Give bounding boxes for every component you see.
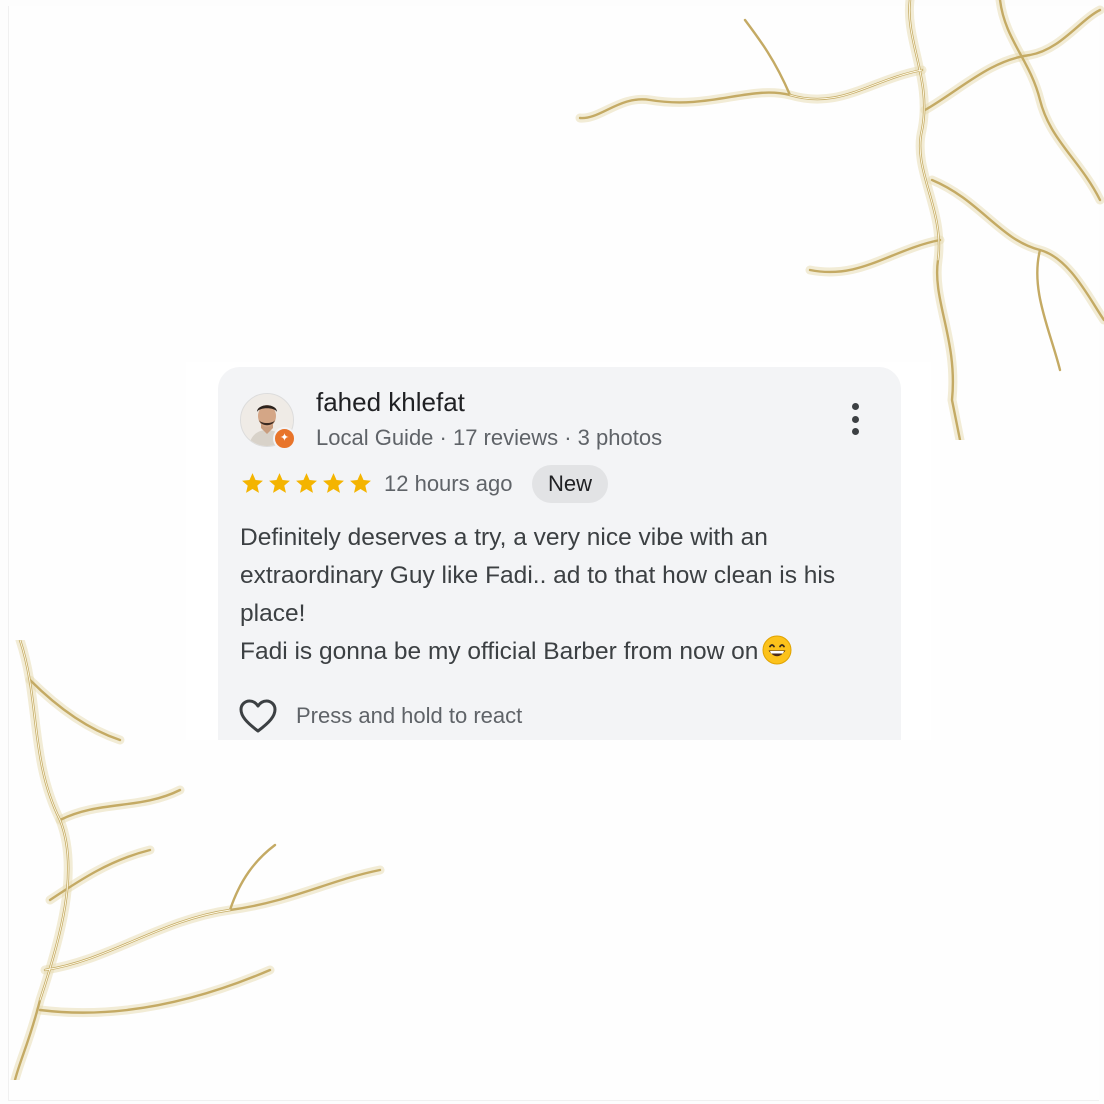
star-rating: [240, 471, 373, 496]
new-badge: New: [532, 465, 609, 503]
star-icon: [323, 473, 344, 493]
star-icon: [242, 473, 263, 493]
star-icon: [269, 473, 290, 493]
react-label: Press and hold to react: [296, 703, 523, 728]
review-paragraph-2-text: Fadi is gonna be my official Barber from…: [240, 638, 759, 665]
star-icon: [296, 473, 317, 493]
author-meta: Local Guide · 17 reviews · 3 photos: [316, 425, 663, 450]
review-paragraph-1: Definitely deserves a try, a very nice v…: [240, 524, 836, 627]
heart-outline-icon: [239, 699, 277, 733]
review-time: 12 hours ago: [384, 471, 513, 496]
local-guide-badge-icon: ✦: [273, 427, 296, 450]
review-text: Definitely deserves a try, a very nice v…: [240, 519, 880, 671]
grinning-face-emoji-icon: [762, 635, 792, 665]
review-card: ✦ fahed khlefat Local Guide · 17 reviews…: [218, 367, 901, 740]
author-name[interactable]: fahed khlefat: [316, 387, 465, 418]
more-vert-icon[interactable]: [846, 403, 864, 435]
review-paragraph-2: Fadi is gonna be my official Barber from…: [240, 633, 880, 671]
react-button[interactable]: Press and hold to react: [238, 697, 522, 735]
star-icon: [350, 473, 371, 493]
